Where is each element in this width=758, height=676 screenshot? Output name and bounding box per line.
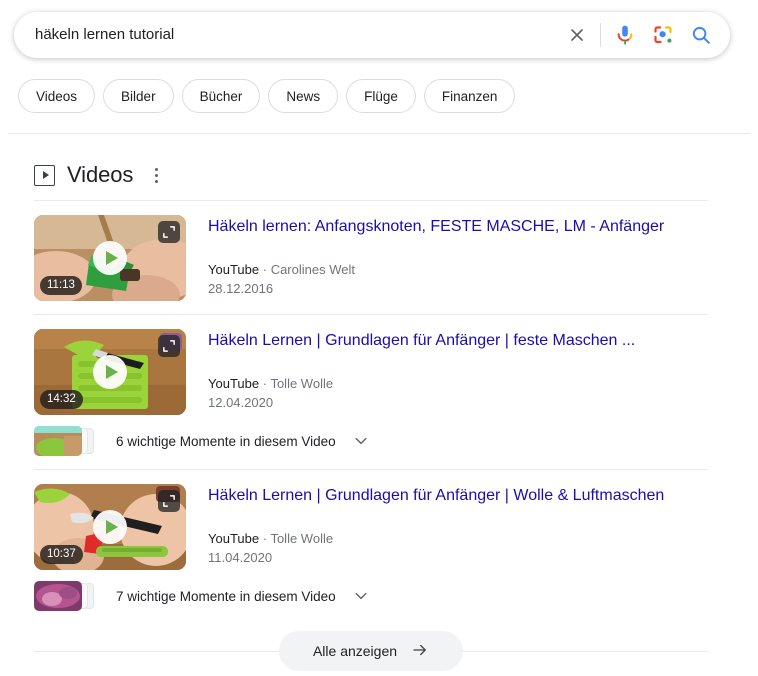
search-icon[interactable] [689, 23, 713, 47]
chevron-down-icon[interactable] [352, 432, 370, 450]
header-divider [8, 133, 750, 134]
video-box-icon [34, 164, 55, 186]
search-bar[interactable] [14, 12, 730, 58]
key-moments-thumbnails [34, 581, 100, 611]
video-source-line: YouTube · Tolle Wolle [208, 374, 635, 393]
show-all-footer: Alle anzeigen [34, 631, 708, 671]
video-channel: Carolines Welt [270, 262, 355, 277]
video-duration: 14:32 [40, 389, 83, 409]
video-thumbnail[interactable]: 11:13 [34, 215, 186, 301]
page-title: Videos [67, 162, 134, 187]
expand-icon[interactable] [158, 221, 180, 243]
show-all-label: Alle anzeigen [312, 643, 398, 659]
filter-chip-bilder[interactable]: Bilder [103, 79, 174, 113]
show-all-button[interactable]: Alle anzeigen [278, 631, 464, 671]
key-moments-label: 7 wichtige Momente in diesem Video [116, 588, 336, 604]
video-title-link[interactable]: Häkeln Lernen | Grundlagen für Anfänger … [208, 331, 635, 351]
meta-separator: · [262, 376, 268, 391]
key-moments-row[interactable]: 7 wichtige Momente in diesem Video [34, 581, 724, 611]
search-input[interactable] [35, 25, 564, 45]
filter-chip-label: Flüge [364, 88, 398, 104]
chevron-down-icon[interactable] [352, 587, 370, 605]
search-bar-container [14, 12, 730, 58]
filter-chip-videos[interactable]: Videos [18, 79, 96, 113]
filter-chip-label: News [286, 88, 321, 104]
filter-chip-news[interactable]: News [268, 79, 339, 113]
video-result-text: Häkeln Lernen | Grundlagen für Anfänger … [186, 484, 664, 570]
video-result-item[interactable]: 14:32 Häkeln Lernen | Grundlagen für Anf… [34, 315, 724, 415]
expand-icon[interactable] [158, 490, 180, 512]
video-source-line: YouTube · Tolle Wolle [208, 529, 664, 548]
video-title-link[interactable]: Häkeln Lernen | Grundlagen für Anfänger … [208, 486, 664, 506]
play-icon[interactable] [93, 241, 127, 275]
filter-chip-buecher[interactable]: Bücher [181, 79, 261, 113]
video-source: YouTube [208, 531, 260, 546]
microphone-icon[interactable] [613, 23, 637, 47]
filter-chip-label: Bilder [121, 88, 156, 104]
filter-chip-finanzen[interactable]: Finanzen [423, 79, 516, 113]
video-date: 11.04.2020 [208, 550, 273, 565]
close-icon[interactable] [564, 22, 590, 48]
video-date: 12.04.2020 [208, 395, 274, 410]
video-duration: 11:13 [40, 275, 82, 295]
video-result-text: Häkeln Lernen | Grundlagen für Anfänger … [186, 329, 635, 415]
meta-separator: · [262, 531, 268, 546]
video-thumbnail[interactable]: 10:37 [34, 484, 186, 570]
video-channel: Tolle Wolle [270, 531, 334, 546]
filter-chip-fluege[interactable]: Flüge [346, 79, 416, 113]
arrow-right-icon [411, 641, 429, 662]
filter-chip-label: Videos [36, 88, 78, 104]
video-result-text: Häkeln lernen: Anfangsknoten, FESTE MASC… [186, 215, 664, 301]
filter-chip-label: Bücher [199, 88, 243, 104]
key-moments-thumbnails [34, 426, 100, 456]
play-icon[interactable] [93, 510, 127, 544]
key-moments-label: 6 wichtige Momente in diesem Video [116, 433, 336, 449]
video-source: YouTube [208, 376, 260, 391]
meta-separator: · [262, 262, 268, 277]
video-channel: Tolle Wolle [270, 376, 334, 391]
filter-chip-label: Finanzen [441, 88, 498, 104]
videos-section: Videos 11:13 Häkeln lernen: Anfangsknote… [34, 158, 724, 671]
video-thumbnail[interactable]: 14:32 [34, 329, 186, 415]
video-result-item[interactable]: 10:37 Häkeln Lernen | Grundlagen für Anf… [34, 470, 724, 570]
video-duration: 10:37 [40, 544, 83, 564]
video-title-link[interactable]: Häkeln lernen: Anfangsknoten, FESTE MASC… [208, 217, 664, 237]
video-source-line: YouTube · Carolines Welt [208, 260, 664, 279]
search-divider [600, 23, 601, 47]
video-date: 28.12.2016 [208, 281, 274, 296]
filter-chip-row: Videos Bilder Bücher News Flüge Finanzen [18, 79, 516, 113]
videos-section-header: Videos [34, 158, 724, 192]
expand-icon[interactable] [158, 335, 180, 357]
google-lens-icon[interactable] [651, 23, 675, 47]
video-result-item[interactable]: 11:13 Häkeln lernen: Anfangsknoten, FEST… [34, 201, 724, 301]
video-source: YouTube [208, 262, 260, 277]
key-moments-row[interactable]: 6 wichtige Momente in diesem Video [34, 426, 724, 456]
more-options-icon[interactable] [147, 165, 165, 185]
play-icon[interactable] [93, 355, 127, 389]
